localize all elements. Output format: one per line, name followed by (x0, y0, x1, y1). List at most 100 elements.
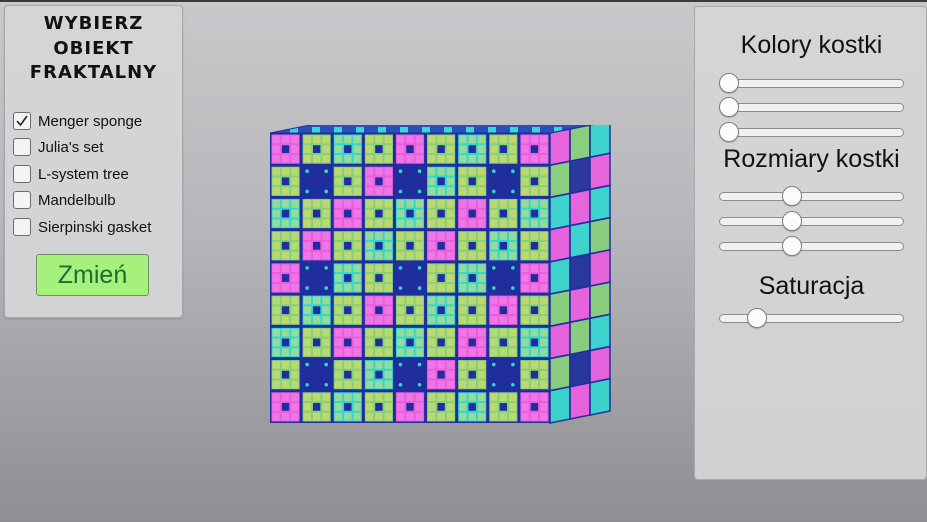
sponge-subcell (428, 251, 436, 260)
sponge-subcell (428, 380, 436, 389)
sponge-subcell (375, 316, 383, 324)
sponge-subcell (428, 316, 436, 324)
option-sierpinski-gasket[interactable]: Sierpinski gasket (13, 217, 151, 237)
sponge-subcell (499, 328, 508, 337)
cube-colors-title: Kolory kostki (740, 31, 883, 59)
sponge-subcell (384, 209, 392, 218)
sponge-subcell (530, 274, 539, 282)
sponge-subcell (396, 232, 405, 240)
sponge-subcell (334, 361, 343, 369)
sponge-subcell (428, 306, 436, 315)
sponge-subcell (375, 296, 383, 305)
sponge-dot (305, 169, 309, 174)
sponge-subcell (384, 145, 392, 153)
sponge-subcell (272, 251, 280, 260)
cube-color-slider-2[interactable] (719, 97, 904, 119)
sponge-subcell (344, 393, 352, 402)
sponge-subcell (437, 348, 445, 357)
option-julias-set[interactable]: Julia's set (13, 137, 103, 157)
change-button[interactable]: Zmień (36, 254, 149, 296)
sponge-subcell (459, 296, 467, 305)
cube-size-slider-1[interactable] (719, 186, 904, 208)
sponge-subcell (365, 393, 374, 402)
sponge-subcell (509, 232, 517, 240)
sponge-subcell (281, 380, 290, 389)
option-mandelbulb[interactable]: Mandelbulb (13, 190, 116, 210)
sponge-subcell (446, 393, 455, 402)
sponge-subcell (499, 154, 508, 163)
sponge-subcell (344, 167, 352, 176)
slider-thumb[interactable] (747, 308, 768, 328)
slider-thumb[interactable] (719, 97, 739, 117)
sponge-subcell (384, 412, 392, 421)
sponge-subcell (540, 328, 548, 337)
sponge-subcell (334, 412, 343, 421)
sponge-subcell (272, 219, 280, 228)
slider-thumb[interactable] (781, 236, 802, 256)
sponge-subcell (384, 167, 392, 176)
sponge-subcell (396, 135, 405, 144)
option-menger-sponge[interactable]: Menger sponge (13, 111, 142, 131)
sponge-subcell (312, 232, 321, 240)
cube-size-slider-3[interactable] (719, 236, 904, 258)
sponge-subcell (281, 187, 290, 195)
sponge-subcell (428, 154, 436, 163)
sponge-subcell (291, 232, 299, 240)
menger-sponge-checkbox[interactable] (13, 112, 31, 130)
sponge-subcell (322, 412, 330, 421)
slider-thumb[interactable] (719, 122, 739, 142)
menger-sponge-render[interactable] (266, 125, 631, 475)
sponge-side-cell (549, 256, 571, 296)
sponge-subcell (521, 306, 529, 315)
sponge-subcell (281, 283, 290, 292)
sponge-subcell (468, 154, 476, 163)
l-system-tree-checkbox[interactable] (13, 165, 31, 183)
sponge-subcell (312, 154, 321, 163)
sponge-subcell (415, 393, 424, 402)
sponge-subcell (490, 393, 498, 402)
cube-color-slider-3[interactable] (719, 122, 904, 144)
slider-thumb[interactable] (719, 73, 739, 93)
sponge-subcell (530, 264, 539, 273)
sponge-side-cell (589, 216, 611, 255)
sponge-subcell (446, 296, 455, 305)
saturation-slider[interactable] (719, 308, 904, 330)
option-l-system-tree[interactable]: L-system tree (13, 164, 129, 184)
sponge-subcell (272, 187, 280, 195)
sierpinski-gasket-checkbox[interactable] (13, 218, 31, 236)
sponge-subcell (509, 199, 517, 208)
sponge-subcell (272, 154, 280, 163)
julias-set-checkbox[interactable] (13, 138, 31, 156)
slider-thumb[interactable] (781, 186, 802, 206)
sponge-subcell (521, 412, 529, 421)
slider-thumb[interactable] (781, 211, 802, 231)
sponge-subcell (437, 361, 445, 369)
sponge-side-cell (549, 128, 571, 167)
sponge-subcell (344, 209, 352, 218)
sponge-subcell (406, 328, 414, 337)
sponge-subcell (334, 328, 343, 337)
sponge-subcell (521, 403, 529, 411)
sponge-side-cell (569, 220, 591, 259)
mandelbulb-checkbox[interactable] (13, 191, 31, 209)
sponge-subcell (446, 316, 455, 324)
sponge-subcell (281, 232, 290, 240)
sponge-subcell (499, 316, 508, 324)
sponge-subcell (344, 241, 352, 250)
sponge-subcell (499, 348, 508, 357)
sponge-subcell (281, 251, 290, 260)
sponge-subcell (406, 251, 414, 260)
sponge-subcell (468, 348, 476, 357)
cube-size-slider-2[interactable] (719, 211, 904, 233)
sponge-subcell (384, 283, 392, 292)
sponge-side-cell (549, 224, 571, 263)
sponge-subcell (344, 380, 352, 389)
sponge-subcell (468, 283, 476, 292)
sponge-subcell (428, 187, 436, 195)
cube-color-slider-1[interactable] (719, 73, 904, 95)
sponge-subcell (490, 232, 498, 240)
sponge-subcell (468, 219, 476, 228)
sponge-subcell (344, 296, 352, 305)
sponge-subcell (396, 306, 405, 315)
sponge-subcell (509, 338, 517, 347)
